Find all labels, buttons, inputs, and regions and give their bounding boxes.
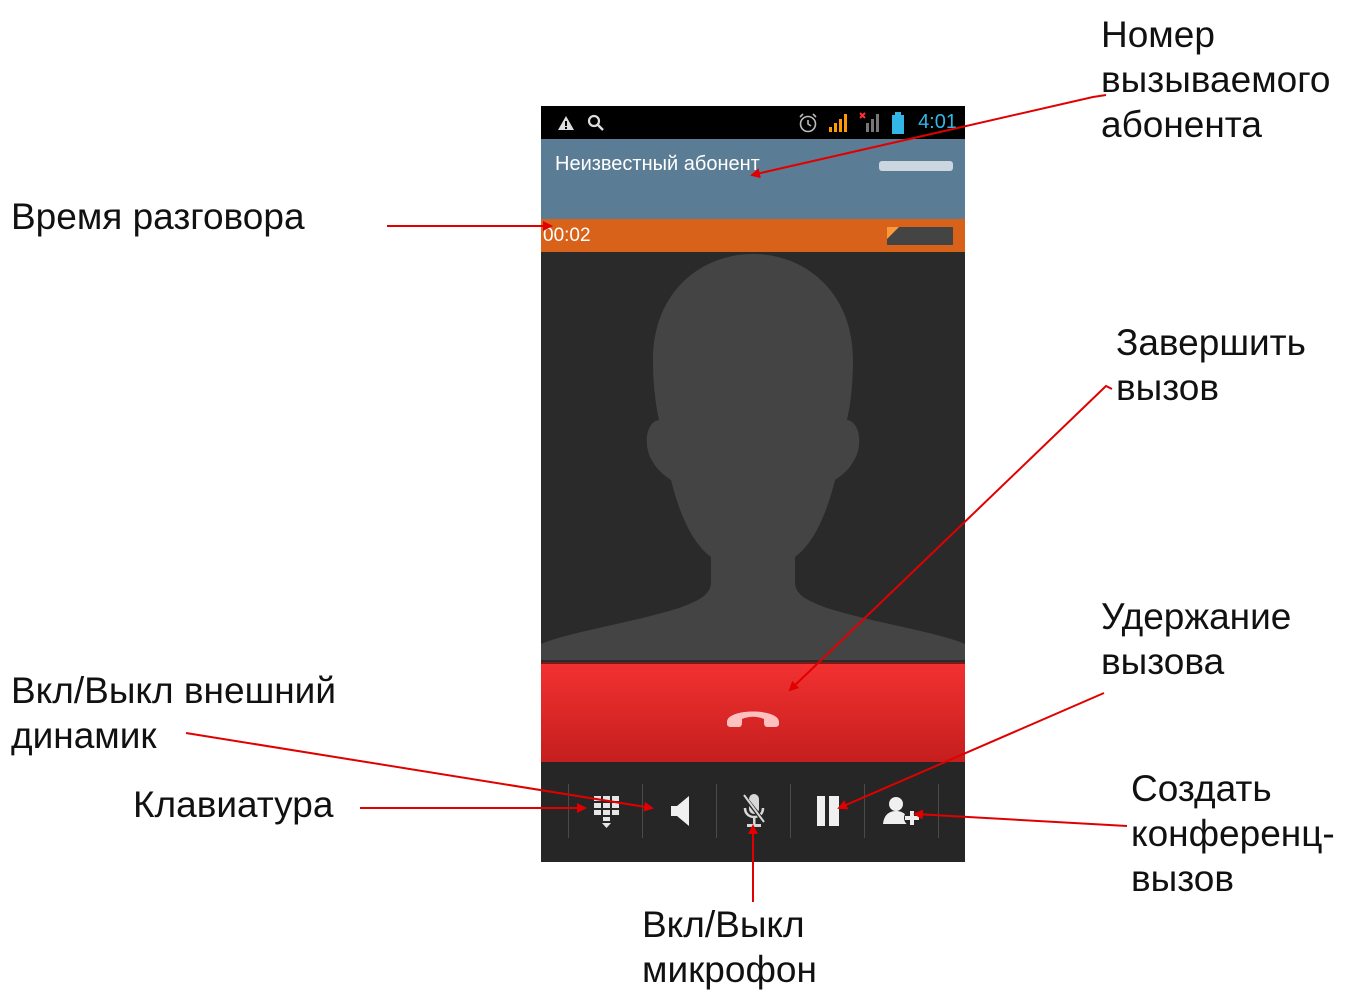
arrow-speaker <box>185 732 654 812</box>
arrow-hold <box>837 692 1105 810</box>
arrow-caller-number <box>750 94 1107 179</box>
arrow-conference <box>913 809 1128 827</box>
annotation-arrows <box>185 94 1128 902</box>
arrow-end-call <box>788 384 1113 692</box>
